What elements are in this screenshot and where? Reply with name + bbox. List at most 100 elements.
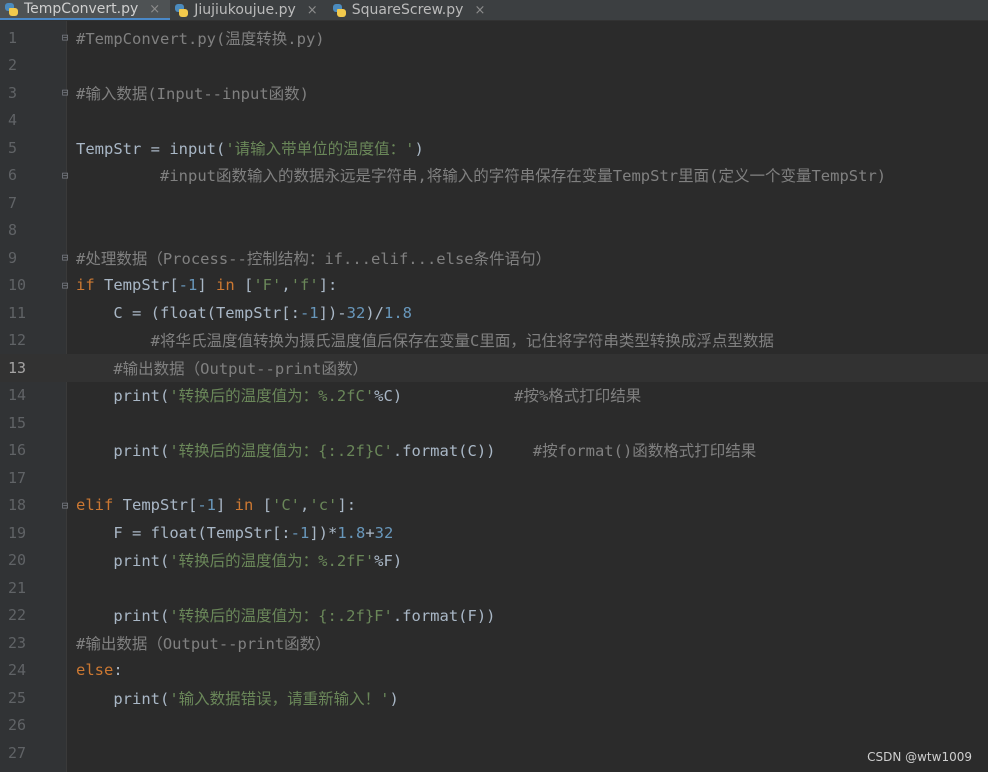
code-token: -1 bbox=[178, 276, 198, 295]
close-tab-icon[interactable]: × bbox=[307, 3, 318, 18]
code-line[interactable]: 6 ⊟ #input函数输入的数据永远是字符串,将输入的字符串保存在变量TempS… bbox=[0, 162, 988, 190]
code-token: in bbox=[234, 496, 263, 515]
fold-marker-icon[interactable]: ⊟ bbox=[58, 251, 72, 265]
fold-marker-icon bbox=[58, 691, 72, 705]
python-file-icon bbox=[4, 2, 19, 17]
close-tab-icon[interactable]: × bbox=[149, 2, 160, 17]
fold-marker-icon[interactable]: ⊟ bbox=[58, 86, 72, 100]
code-token: '转换后的温度值为：{:.2f}F' bbox=[169, 607, 393, 626]
fold-marker-icon[interactable]: ⊟ bbox=[58, 31, 72, 45]
line-number: 4 bbox=[8, 111, 18, 130]
code-line[interactable]: 10 ⊟ if TempStr[-1] in ['F','f']: bbox=[0, 272, 988, 300]
tab-label: TempConvert.py bbox=[24, 1, 139, 17]
code-token: 'F' bbox=[253, 276, 282, 295]
code-text: print('输入数据错误，请重新输入！') bbox=[72, 687, 399, 709]
code-token: else bbox=[76, 661, 114, 680]
code-line[interactable]: 8 bbox=[0, 217, 988, 245]
code-text: C = (float(TempStr[:-1])-32)/1.8 bbox=[72, 304, 412, 322]
fold-marker-icon bbox=[58, 306, 72, 320]
code-token: -1 bbox=[299, 303, 319, 322]
code-token: TempStr = input( bbox=[76, 139, 226, 158]
line-number: 15 bbox=[8, 413, 27, 432]
fold-marker-icon bbox=[58, 663, 72, 677]
code-line[interactable]: 18 ⊟ elif TempStr[-1] in ['C','c']: bbox=[0, 492, 988, 520]
code-line[interactable]: 7 bbox=[0, 189, 988, 217]
code-text: #输出数据（Output--print函数） bbox=[72, 632, 331, 654]
code-text: TempStr = input('请输入带单位的温度值：') bbox=[72, 137, 424, 159]
fold-marker-icon bbox=[58, 196, 72, 210]
code-line[interactable]: 23 #输出数据（Output--print函数） bbox=[0, 629, 988, 657]
line-number: 3 bbox=[8, 83, 18, 102]
code-text: print('转换后的温度值为：%.2fC'%C) #按%格式打印结果 bbox=[72, 384, 641, 406]
code-line[interactable]: 14 print('转换后的温度值为：%.2fC'%C) #按%格式打印结果 bbox=[0, 382, 988, 410]
code-line[interactable]: 3 ⊟ #输入数据(Input--input函数) bbox=[0, 79, 988, 107]
line-number: 18 bbox=[8, 496, 27, 515]
code-text: print('转换后的温度值为：{:.2f}F'.format(F)) bbox=[72, 604, 495, 626]
tab-label: Jiujiukoujue.py bbox=[194, 2, 296, 18]
code-token: elif bbox=[76, 496, 123, 515]
code-token: ])* bbox=[309, 523, 338, 542]
line-number: 19 bbox=[8, 523, 27, 542]
fold-marker-icon[interactable]: ⊟ bbox=[58, 168, 72, 182]
fold-marker-icon bbox=[58, 333, 72, 347]
code-line[interactable]: 21 bbox=[0, 574, 988, 602]
code-line[interactable]: 20 print('转换后的温度值为：%.2fF'%F) bbox=[0, 547, 988, 575]
code-line[interactable]: 1 ⊟ #TempConvert.py(温度转换.py) bbox=[0, 24, 988, 52]
code-line[interactable]: 2 bbox=[0, 52, 988, 80]
code-token: '转换后的温度值为：%.2fC' bbox=[169, 387, 375, 406]
tab-jiujiukoujue[interactable]: Jiujiukoujue.py × bbox=[170, 0, 328, 20]
code-token: #TempConvert.py(温度转换.py) bbox=[76, 29, 325, 48]
tab-squarescrew[interactable]: SquareScrew.py × bbox=[328, 0, 496, 20]
code-text: #输入数据(Input--input函数) bbox=[72, 82, 309, 104]
line-number: 10 bbox=[8, 276, 27, 295]
code-line[interactable]: 11 C = (float(TempStr[:-1])-32)/1.8 bbox=[0, 299, 988, 327]
code-line[interactable]: 4 bbox=[0, 107, 988, 135]
fold-marker-icon bbox=[58, 141, 72, 155]
code-line[interactable]: 26 bbox=[0, 712, 988, 740]
code-line[interactable]: 5 TempStr = input('请输入带单位的温度值：') bbox=[0, 134, 988, 162]
code-token: .format(F)) bbox=[392, 607, 496, 626]
tab-tempconvert[interactable]: TempConvert.py × bbox=[0, 0, 171, 20]
code-token: print( bbox=[76, 387, 170, 406]
fold-marker-icon[interactable]: ⊟ bbox=[58, 498, 72, 512]
code-line[interactable]: 13 #输出数据（Output--print函数） bbox=[0, 354, 988, 382]
line-number: 1 bbox=[8, 28, 18, 47]
code-token: -1 bbox=[197, 496, 216, 515]
code-token: print( bbox=[76, 607, 170, 626]
code-line[interactable]: 22 print('转换后的温度值为：{:.2f}F'.format(F)) bbox=[0, 602, 988, 630]
code-editor[interactable]: 1 ⊟ #TempConvert.py(温度转换.py) 2 3 ⊟ #输入数据(Input… bbox=[0, 21, 988, 772]
code-token: #input函数输入的数据永远是字符串,将输入的字符串保存在变量TempStr里… bbox=[76, 167, 887, 186]
fold-marker-icon[interactable]: ⊟ bbox=[58, 278, 72, 292]
fold-marker-icon bbox=[58, 526, 72, 540]
code-token: '输入数据错误，请重新输入！' bbox=[169, 689, 390, 708]
line-number: 21 bbox=[8, 578, 27, 597]
code-line[interactable]: 25 print('输入数据错误，请重新输入！') bbox=[0, 684, 988, 712]
code-token: .format(C)) bbox=[392, 442, 533, 461]
code-line[interactable]: 12 #将华氏温度值转换为摄氏温度值后保存在变量C里面，记住将字符串类型转换成浮… bbox=[0, 327, 988, 355]
code-token: TempStr[ bbox=[104, 276, 179, 295]
code-token: 'c' bbox=[309, 496, 338, 515]
code-text: #处理数据（Process--控制结构：if...elif...else条件语句… bbox=[72, 247, 551, 269]
fold-marker-icon bbox=[58, 113, 72, 127]
line-number: 22 bbox=[8, 606, 27, 625]
code-line[interactable]: 16 print('转换后的温度值为：{:.2f}C'.format(C)) #… bbox=[0, 437, 988, 465]
fold-marker-icon bbox=[58, 718, 72, 732]
code-token: #输出数据（Output--print函数） bbox=[76, 359, 368, 378]
code-token: 'C' bbox=[272, 496, 301, 515]
line-number: 16 bbox=[8, 441, 27, 460]
code-line[interactable]: 24 else: bbox=[0, 657, 988, 685]
close-tab-icon[interactable]: × bbox=[474, 3, 485, 18]
code-token: C = (float(TempStr[: bbox=[76, 303, 300, 322]
line-number: 7 bbox=[8, 193, 18, 212]
code-line[interactable]: 17 bbox=[0, 464, 988, 492]
code-token: 1.8 bbox=[337, 523, 366, 542]
code-token: if bbox=[76, 276, 104, 295]
code-line[interactable]: 9 ⊟ #处理数据（Process--控制结构：if...elif...else条件… bbox=[0, 244, 988, 272]
code-line[interactable]: 15 bbox=[0, 409, 988, 437]
code-token: -1 bbox=[290, 523, 310, 542]
fold-marker-icon bbox=[58, 58, 72, 72]
code-line[interactable]: 27 bbox=[0, 739, 988, 767]
code-text: #将华氏温度值转换为摄氏温度值后保存在变量C里面，记住将字符串类型转换成浮点型数… bbox=[72, 329, 774, 351]
code-token: in bbox=[216, 276, 244, 295]
code-line[interactable]: 19 F = float(TempStr[:-1])*1.8+32 bbox=[0, 519, 988, 547]
